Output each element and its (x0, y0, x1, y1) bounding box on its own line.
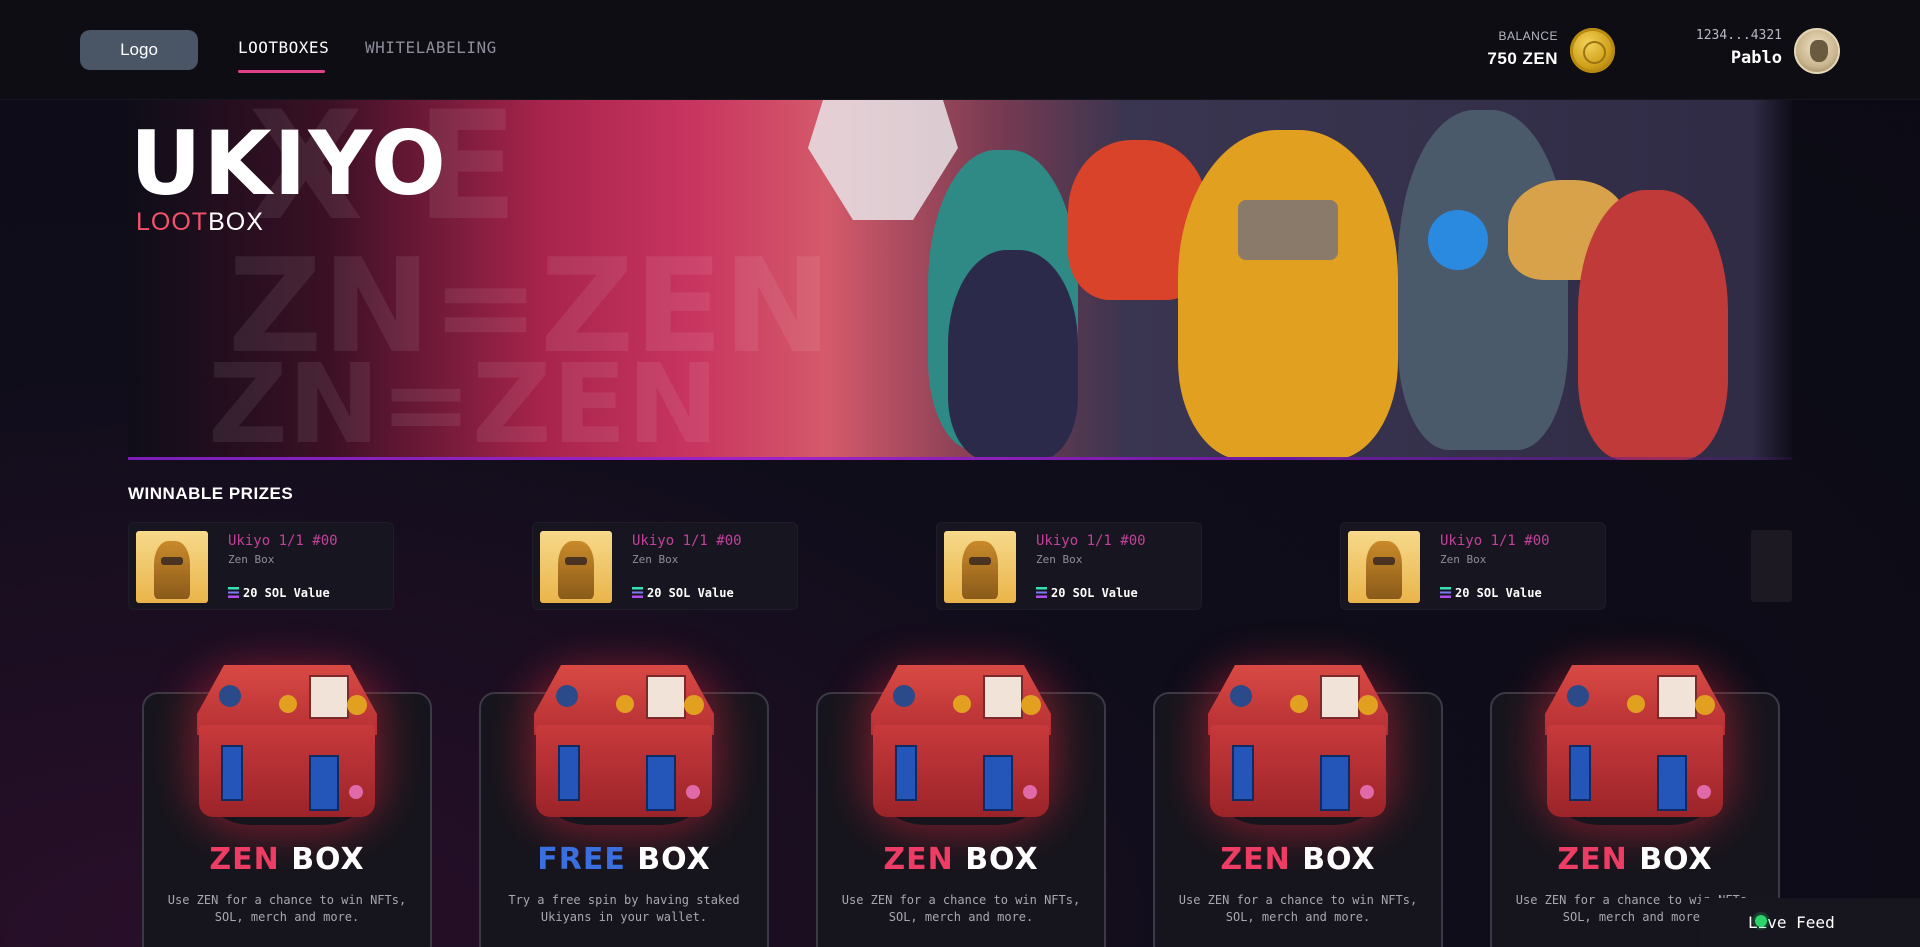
prize-box: Zen Box (228, 553, 275, 566)
lootbox-image[interactable] (1537, 655, 1733, 823)
balance-label: BALANCE (1498, 29, 1558, 43)
ukiyo-mask-logo (808, 100, 958, 220)
prize-card[interactable]: Ukiyo 1/1 #00 Zen Box 20 SOL Value (1340, 522, 1606, 610)
solana-icon (632, 587, 643, 598)
prize-name: Ukiyo 1/1 #00 (228, 533, 338, 549)
prize-name: Ukiyo 1/1 #00 (632, 533, 742, 549)
prize-value: 20 SOL Value (243, 586, 330, 600)
prize-box: Zen Box (1440, 553, 1487, 566)
zen-coin-icon (1570, 28, 1615, 73)
prize-thumbnail (944, 531, 1016, 603)
nav-lootboxes[interactable]: LOOTBOXES (238, 38, 329, 57)
live-feed-button[interactable]: Live Feed (1700, 898, 1920, 947)
nav-active-indicator (238, 70, 325, 73)
lootbox-image[interactable] (189, 655, 385, 823)
solana-icon (228, 587, 239, 598)
prizes-section-title: WINNABLE PRIZES (128, 484, 294, 503)
prize-name: Ukiyo 1/1 #00 (1036, 533, 1146, 549)
prize-thumbnail (540, 531, 612, 603)
lootbox-description: Try a free spin by having staked Ukiyans… (508, 893, 740, 924)
live-status-dot (1755, 915, 1767, 927)
solana-icon (1036, 587, 1047, 598)
lootbox-title: ZEN BOX (1220, 842, 1376, 877)
lootbox-title: ZEN BOX (883, 842, 1039, 877)
lootbox-title: FREE BOX (537, 842, 711, 877)
lootbox-description: Use ZEN for a chance to win NFTs, SOL, m… (167, 893, 407, 924)
banner-subtitle: LOOTBOX (136, 208, 264, 236)
balance-value: 750 ZEN (1487, 49, 1558, 68)
avatar[interactable] (1794, 28, 1840, 74)
prize-card[interactable]: Ukiyo 1/1 #00 Zen Box 20 SOL Value (532, 522, 798, 610)
lootbox-image[interactable] (526, 655, 722, 823)
wallet-address: 1234...4321 (1695, 28, 1782, 43)
prizes-carousel[interactable]: Ukiyo 1/1 #00 Zen Box 20 SOL Value Ukiyo… (128, 522, 1792, 612)
prize-value: 20 SOL Value (647, 586, 734, 600)
prize-card-partial[interactable] (1751, 530, 1792, 602)
banner-title: UKIYO (130, 112, 448, 215)
lootbox-description: Use ZEN for a chance to win NFTs, SOL, m… (841, 893, 1081, 924)
prize-box: Zen Box (632, 553, 679, 566)
lootbox-title: ZEN BOX (1557, 842, 1713, 877)
lootbox-description: Use ZEN for a chance to win NFTs, SOL, m… (1178, 893, 1418, 924)
prize-thumbnail (1348, 531, 1420, 603)
banner-divider (128, 457, 1792, 460)
lootbox-image[interactable] (1200, 655, 1396, 823)
user-name: Pablo (1730, 48, 1782, 68)
prize-name: Ukiyo 1/1 #00 (1440, 533, 1550, 549)
logo-button[interactable]: Logo (80, 30, 198, 70)
prize-box: Zen Box (1036, 553, 1083, 566)
prize-card[interactable]: Ukiyo 1/1 #00 Zen Box 20 SOL Value (128, 522, 394, 610)
prize-value: 20 SOL Value (1455, 586, 1542, 600)
solana-icon (1440, 587, 1451, 598)
lootbox-image[interactable] (863, 655, 1059, 823)
prize-card[interactable]: Ukiyo 1/1 #00 Zen Box 20 SOL Value (936, 522, 1202, 610)
lootbox-title: ZEN BOX (209, 842, 365, 877)
nav-whitelabeling[interactable]: WHITELABELING (365, 38, 497, 57)
top-navbar: Logo LOOTBOXES WHITELABELING BALANCE 750… (0, 0, 1920, 100)
prize-value: 20 SOL Value (1051, 586, 1138, 600)
prize-thumbnail (136, 531, 208, 603)
